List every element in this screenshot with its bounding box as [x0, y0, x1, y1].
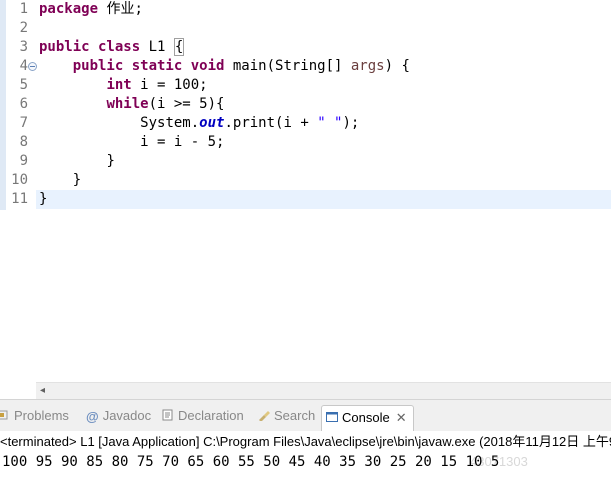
code-editor[interactable]: 1 2 3 4 5 6 7 8 9 10 11 package 作业; publ… [0, 0, 611, 382]
code-text: .print(i + [224, 115, 318, 131]
ruler-corner [0, 382, 36, 399]
code-text: ) { [384, 58, 410, 74]
line-number: 5 [19, 77, 28, 93]
code-text: } [39, 191, 48, 207]
string-literal: " " [317, 115, 343, 131]
close-icon[interactable]: ✕ [396, 406, 407, 430]
code-line-3: public class L1 { [39, 38, 185, 57]
tab-label: Javadoc [102, 408, 152, 423]
code-text: System. [140, 115, 200, 131]
tab-label: Declaration [178, 408, 244, 423]
tab-problems[interactable]: Problems [0, 406, 69, 426]
console-view[interactable]: <terminated> L1 [Java Application] C:\Pr… [0, 431, 611, 479]
console-process-status: <terminated> L1 [Java Application] C:\Pr… [0, 434, 611, 449]
line-number-ruler: 1 2 3 4 5 6 7 8 9 10 11 [6, 0, 37, 382]
code-line-6: while(i >= 5){ [39, 95, 224, 114]
view-tab-bar: Problems @ Javadoc Declaration Search Con… [0, 399, 611, 433]
line-number: 1 [19, 1, 28, 17]
code-line-8: i = i - 5; [39, 133, 224, 152]
code-text: ); [342, 115, 360, 131]
declaration-icon [162, 409, 173, 421]
code-text: L1 [140, 39, 174, 55]
code-line-4: public static void main(String[] args) { [39, 57, 410, 76]
tab-console[interactable]: Console ✕ [321, 405, 414, 432]
console-output: 100 95 90 85 80 75 70 65 60 55 50 45 40 … [2, 454, 500, 470]
line-number: 4 [19, 58, 28, 74]
console-icon [326, 412, 338, 422]
keyword: package [39, 1, 99, 17]
code-line-1: package 作业; [39, 0, 143, 19]
keyword: public class [39, 39, 141, 55]
line-number: 8 [19, 134, 28, 150]
search-flashlight-icon [259, 411, 270, 421]
static-field: out [199, 115, 225, 131]
eclipse-window: 1 2 3 4 5 6 7 8 9 10 11 package 作业; publ… [0, 0, 611, 479]
line-number: 9 [19, 153, 28, 169]
code-text: i = i - 5; [140, 134, 225, 150]
tab-javadoc[interactable]: @ Javadoc [86, 406, 151, 426]
tab-label: Search [274, 408, 316, 423]
code-text: 作业; [98, 1, 143, 17]
code-line-11: } [39, 190, 47, 209]
code-line-7: System.out.print(i + " "); [39, 114, 359, 133]
tab-label: Problems [14, 408, 69, 423]
tab-search[interactable]: Search [258, 406, 315, 426]
code-line-5: int i = 100; [39, 76, 208, 95]
current-line-highlight [36, 190, 611, 209]
line-number: 11 [11, 191, 28, 207]
code-line-10: } [39, 171, 81, 190]
line-number: 2 [19, 20, 28, 36]
line-number: 3 [19, 39, 28, 55]
line-number: 10 [11, 172, 28, 188]
tab-declaration[interactable]: Declaration [162, 406, 244, 426]
code-line-9: } [39, 152, 115, 171]
keyword: while [106, 96, 149, 112]
code-text: (i >= 5){ [148, 96, 225, 112]
code-text: i = 100; [131, 77, 208, 93]
tab-label: Console [342, 410, 390, 425]
code-text-area[interactable]: package 作业; public class L1 { public sta… [36, 0, 611, 382]
code-text: } [106, 153, 115, 169]
line-number: 6 [19, 96, 28, 112]
line-number: 7 [19, 115, 28, 131]
horizontal-scrollbar[interactable]: ◂ [36, 382, 611, 399]
scroll-left-icon[interactable]: ◂ [40, 385, 45, 396]
parameter: args [350, 58, 385, 74]
at-icon: @ [86, 409, 99, 424]
problems-icon [0, 410, 8, 420]
keyword: int [106, 77, 132, 93]
matching-brace: { [173, 38, 185, 56]
keyword: public static void [72, 58, 225, 74]
code-text: } [72, 172, 82, 188]
code-text: main(String[] [224, 58, 351, 74]
